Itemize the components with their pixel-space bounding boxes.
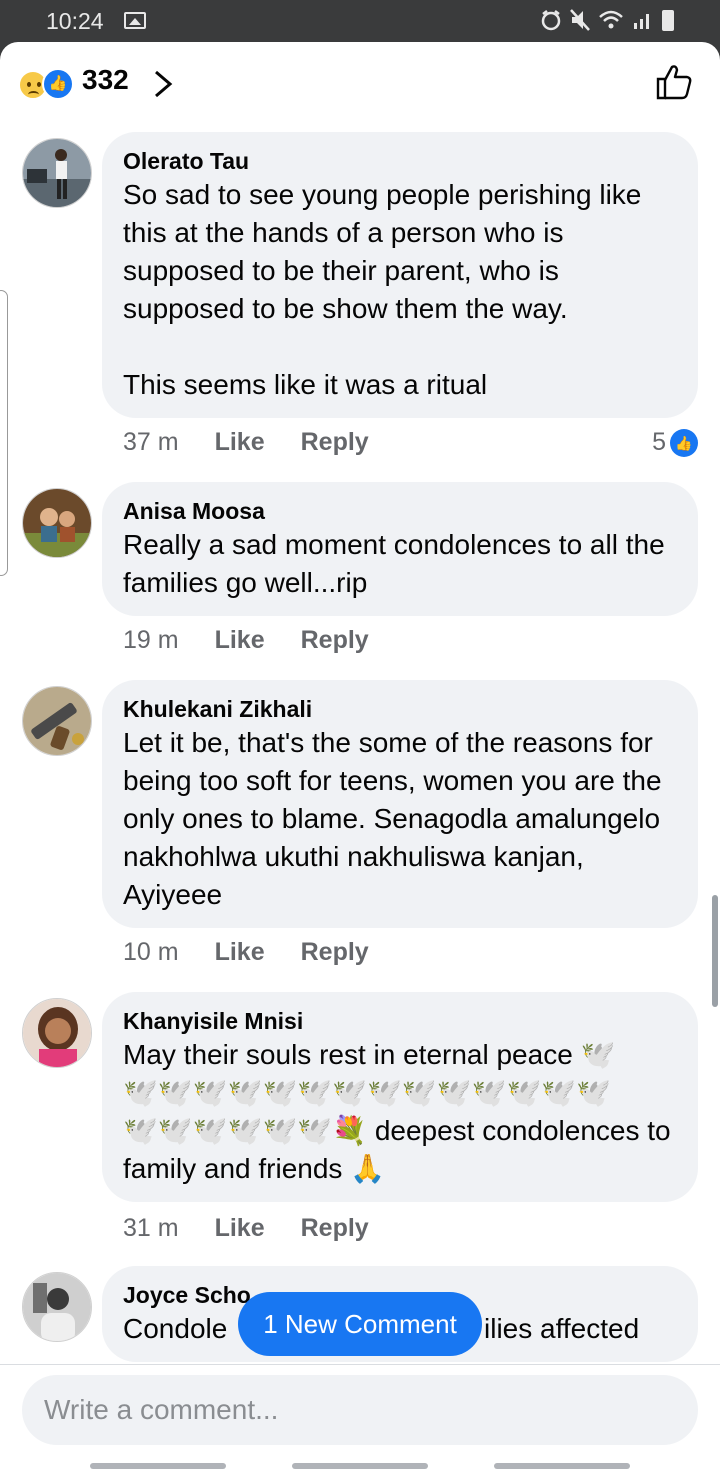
scrollbar-thumb[interactable] [712, 895, 718, 1007]
comment-bubble[interactable]: Olerato Tau So sad to see young people p… [102, 132, 698, 418]
comments-list: Olerato Tau So sad to see young people p… [0, 126, 720, 1362]
alarm-icon [541, 10, 561, 31]
avatar[interactable] [22, 998, 92, 1068]
status-bar: 10:24 [0, 0, 720, 44]
reply-link[interactable]: Reply [301, 626, 369, 655]
comment-actions: 10 m Like Reply [123, 938, 369, 967]
like-link[interactable]: Like [215, 1214, 265, 1243]
comment-author[interactable]: Anisa Moosa [123, 496, 677, 526]
comment-text: Let it be, that's the some of the reason… [123, 727, 670, 910]
avatar[interactable] [22, 138, 92, 208]
nav-recents-hint[interactable] [90, 1463, 226, 1469]
mute-icon [570, 9, 590, 31]
like-reaction-icon: 👍 [670, 428, 698, 457]
reply-link[interactable]: Reply [301, 1214, 369, 1243]
comment-composer [0, 1364, 720, 1480]
avatar[interactable] [22, 488, 92, 558]
like-link[interactable]: Like [215, 626, 265, 655]
comment-text: Really a sad moment condolences to all t… [123, 529, 673, 598]
new-comment-button[interactable]: 1 New Comment [238, 1292, 482, 1356]
comment-bubble[interactable]: Anisa Moosa Really a sad moment condolen… [102, 482, 698, 616]
reactions-header[interactable]: 👍 332 [0, 42, 720, 126]
comment-time[interactable]: 37 m [123, 428, 179, 457]
comment-author[interactable]: Khanyisile Mnisi [123, 1006, 677, 1036]
nav-home-hint[interactable] [292, 1463, 428, 1469]
wifi-icon [599, 10, 623, 29]
comment-bubble[interactable]: Khanyisile Mnisi May their souls rest in… [102, 992, 698, 1202]
reply-link[interactable]: Reply [301, 938, 369, 967]
thumbs-up-icon[interactable] [654, 62, 694, 102]
avatar[interactable] [22, 686, 92, 756]
comment-time[interactable]: 31 m [123, 1214, 179, 1243]
reaction-count: 332 [82, 64, 129, 95]
like-link[interactable]: Like [215, 938, 265, 967]
reply-link[interactable]: Reply [301, 428, 369, 457]
avatar[interactable] [22, 1272, 92, 1342]
comment-author[interactable]: Khulekani Zikhali [123, 694, 677, 724]
comment-reaction-number: 5 [652, 428, 666, 456]
like-link[interactable]: Like [215, 428, 265, 457]
comment-time[interactable]: 10 m [123, 938, 179, 967]
image-notification-icon [124, 12, 146, 29]
nav-back-hint[interactable] [494, 1463, 630, 1469]
comment-actions: 37 m Like Reply [123, 428, 369, 457]
status-icons [540, 9, 674, 31]
edge-panel-handle[interactable] [0, 290, 8, 576]
comments-sheet: 👍 332 Olerato Tau So sad to see young pe… [0, 42, 720, 1480]
comment-reaction-count[interactable]: 5 👍 [652, 428, 698, 457]
reaction-emojis: 👍 [18, 68, 76, 100]
comment-actions: 19 m Like Reply [123, 626, 369, 655]
comment-text: So sad to see young people perishing lik… [123, 179, 642, 400]
like-reaction-icon: 👍 [42, 68, 74, 100]
comment-actions: 31 m Like Reply [123, 1214, 369, 1243]
comment-bubble[interactable]: Khulekani Zikhali Let it be, that's the … [102, 680, 698, 928]
battery-icon [662, 9, 674, 31]
signal-icon [634, 14, 649, 29]
status-time: 10:24 [46, 8, 104, 34]
chevron-right-icon[interactable] [150, 68, 176, 100]
comment-time[interactable]: 19 m [123, 626, 179, 655]
comment-input[interactable] [22, 1375, 698, 1445]
comment-text: May their souls rest in eternal peace 🕊️… [123, 1039, 671, 1184]
comment-author[interactable]: Olerato Tau [123, 146, 677, 176]
